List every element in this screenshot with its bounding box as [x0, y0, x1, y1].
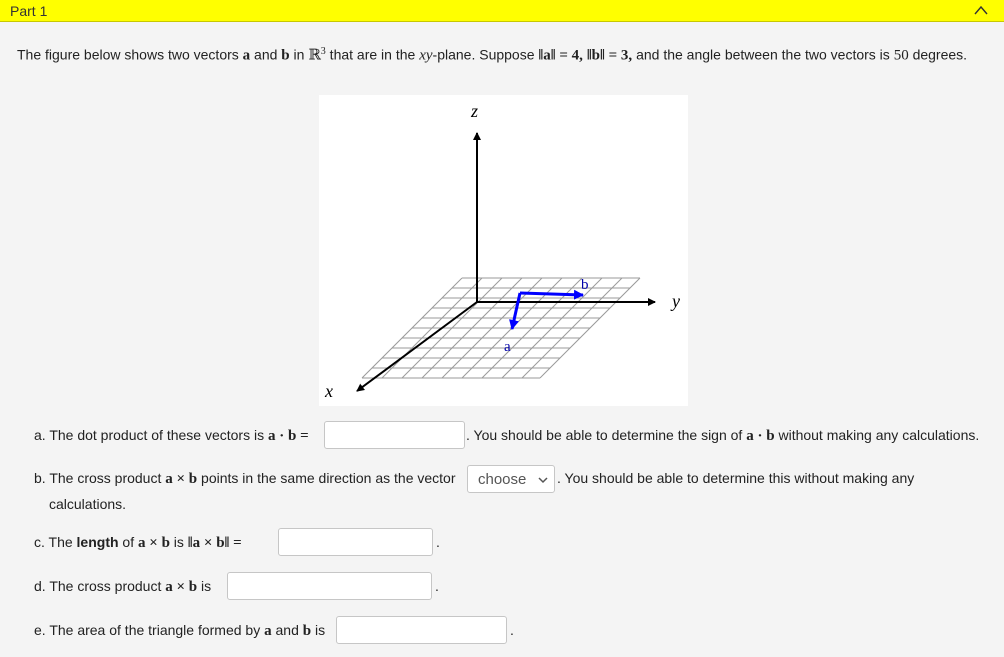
question-b-hint-cont: calculations.	[49, 496, 127, 512]
cross-length-input[interactable]	[278, 528, 433, 556]
question-a-text: a. The dot product of these vectors is a…	[34, 427, 309, 444]
vector-figure: z y x a b	[319, 95, 688, 406]
period: .	[435, 578, 439, 594]
norm-a: ‖a‖ = 4,	[538, 47, 583, 64]
question-b-hint: . You should be able to determine this w…	[557, 470, 915, 486]
question-b-text: b. The cross product a × b points in the…	[34, 470, 456, 487]
problem-statement: The figure below shows two vectors a and…	[17, 46, 968, 64]
vector-a-label: a	[504, 339, 511, 355]
vector-diagram: z y x a b	[324, 101, 680, 401]
question-a-hint: . You should be able to determine the si…	[466, 427, 980, 444]
direction-select[interactable]: choose	[467, 465, 555, 493]
part-title: Part 1	[10, 3, 48, 19]
y-axis-label: y	[670, 291, 680, 311]
chevron-down-icon	[538, 477, 548, 484]
part-header[interactable]: Part 1	[0, 0, 1004, 22]
question-e-text: e. The area of the triangle formed by a …	[34, 622, 326, 639]
question-d-text: d. The cross product a × b is	[34, 578, 212, 595]
period: .	[436, 534, 440, 550]
vector-b	[519, 289, 584, 300]
norm-b: ‖b‖ = 3,	[586, 47, 633, 64]
angle-value: 50	[893, 47, 909, 64]
vector-b-symbol: b	[281, 47, 290, 64]
vector-b-label: b	[581, 277, 589, 293]
xy-grid	[361, 277, 641, 379]
triangle-area-input[interactable]	[336, 616, 507, 644]
period: .	[510, 622, 514, 638]
cross-product-input[interactable]	[227, 572, 432, 600]
direction-select-value: choose	[478, 471, 527, 488]
question-c-text: c. The length of a × b is ‖a × b‖ =	[34, 534, 242, 551]
z-axis-label: z	[470, 101, 478, 121]
dot-product-input[interactable]	[324, 421, 465, 449]
x-axis-label: x	[324, 381, 333, 401]
chevron-up-icon[interactable]	[972, 2, 990, 20]
